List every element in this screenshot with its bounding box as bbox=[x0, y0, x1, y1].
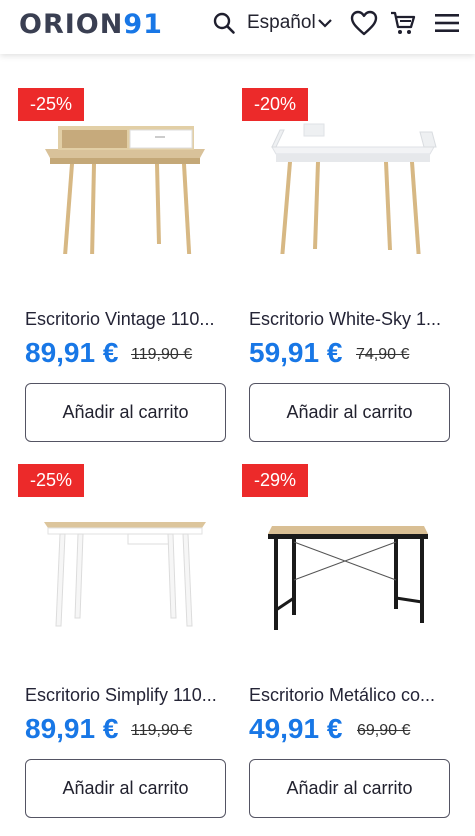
top-header: ORION91 Español bbox=[0, 0, 475, 54]
product-price: 89,91 € bbox=[25, 337, 119, 368]
product-price: 49,91 € bbox=[249, 713, 343, 744]
discount-badge: -20% bbox=[242, 88, 309, 121]
product-card[interactable]: -20% Escritorio White-Sky 1... 59,91 € 7… bbox=[224, 54, 450, 444]
product-image-desk-vintage[interactable] bbox=[0, 54, 225, 254]
product-title[interactable]: Escritorio Metálico co... bbox=[249, 685, 449, 706]
discount-badge: -25% bbox=[18, 88, 85, 121]
product-old-price: 119,90 € bbox=[131, 346, 193, 363]
add-to-cart-button[interactable]: Añadir al carrito bbox=[25, 759, 226, 818]
product-title[interactable]: Escritorio Simplify 110... bbox=[25, 685, 225, 706]
logo-wordmark: ORION91 bbox=[19, 8, 163, 40]
product-image-desk-white-sky[interactable] bbox=[224, 54, 449, 254]
product-old-price: 119,90 € bbox=[131, 722, 193, 739]
brand-logo[interactable]: ORION91 bbox=[19, 8, 163, 40]
language-selector[interactable]: Español bbox=[247, 11, 333, 35]
product-title[interactable]: Escritorio Vintage 110... bbox=[25, 309, 225, 330]
product-title[interactable]: Escritorio White-Sky 1... bbox=[249, 309, 449, 330]
add-to-cart-button[interactable]: Añadir al carrito bbox=[249, 759, 450, 818]
hamburger-menu-icon bbox=[435, 14, 459, 32]
product-image-desk-simplify[interactable] bbox=[0, 430, 225, 630]
product-price: 59,91 € bbox=[249, 337, 343, 368]
search-button[interactable] bbox=[210, 9, 238, 37]
discount-badge: -25% bbox=[18, 464, 85, 497]
cart-button[interactable] bbox=[389, 8, 417, 38]
favorites-button[interactable] bbox=[349, 8, 379, 38]
heart-icon bbox=[350, 10, 378, 36]
search-icon bbox=[213, 12, 235, 34]
language-label: Español bbox=[247, 12, 316, 33]
product-card[interactable]: -25% Escritorio Simplify 110... 89,91 € … bbox=[0, 430, 226, 820]
menu-button[interactable] bbox=[433, 10, 461, 36]
product-card[interactable]: -29% Escritorio Metálico co... 49,91 € 6… bbox=[224, 430, 450, 820]
cart-icon bbox=[391, 11, 416, 34]
discount-badge: -29% bbox=[242, 464, 309, 497]
product-old-price: 69,90 € bbox=[357, 722, 411, 739]
chevron-down-icon bbox=[317, 17, 333, 29]
product-image-desk-metalico[interactable] bbox=[224, 430, 449, 630]
product-price: 89,91 € bbox=[25, 713, 119, 744]
product-old-price: 74,90 € bbox=[356, 346, 410, 363]
product-card[interactable]: -25% Escritorio Vintage 110... 89,91 € 1… bbox=[0, 54, 226, 444]
